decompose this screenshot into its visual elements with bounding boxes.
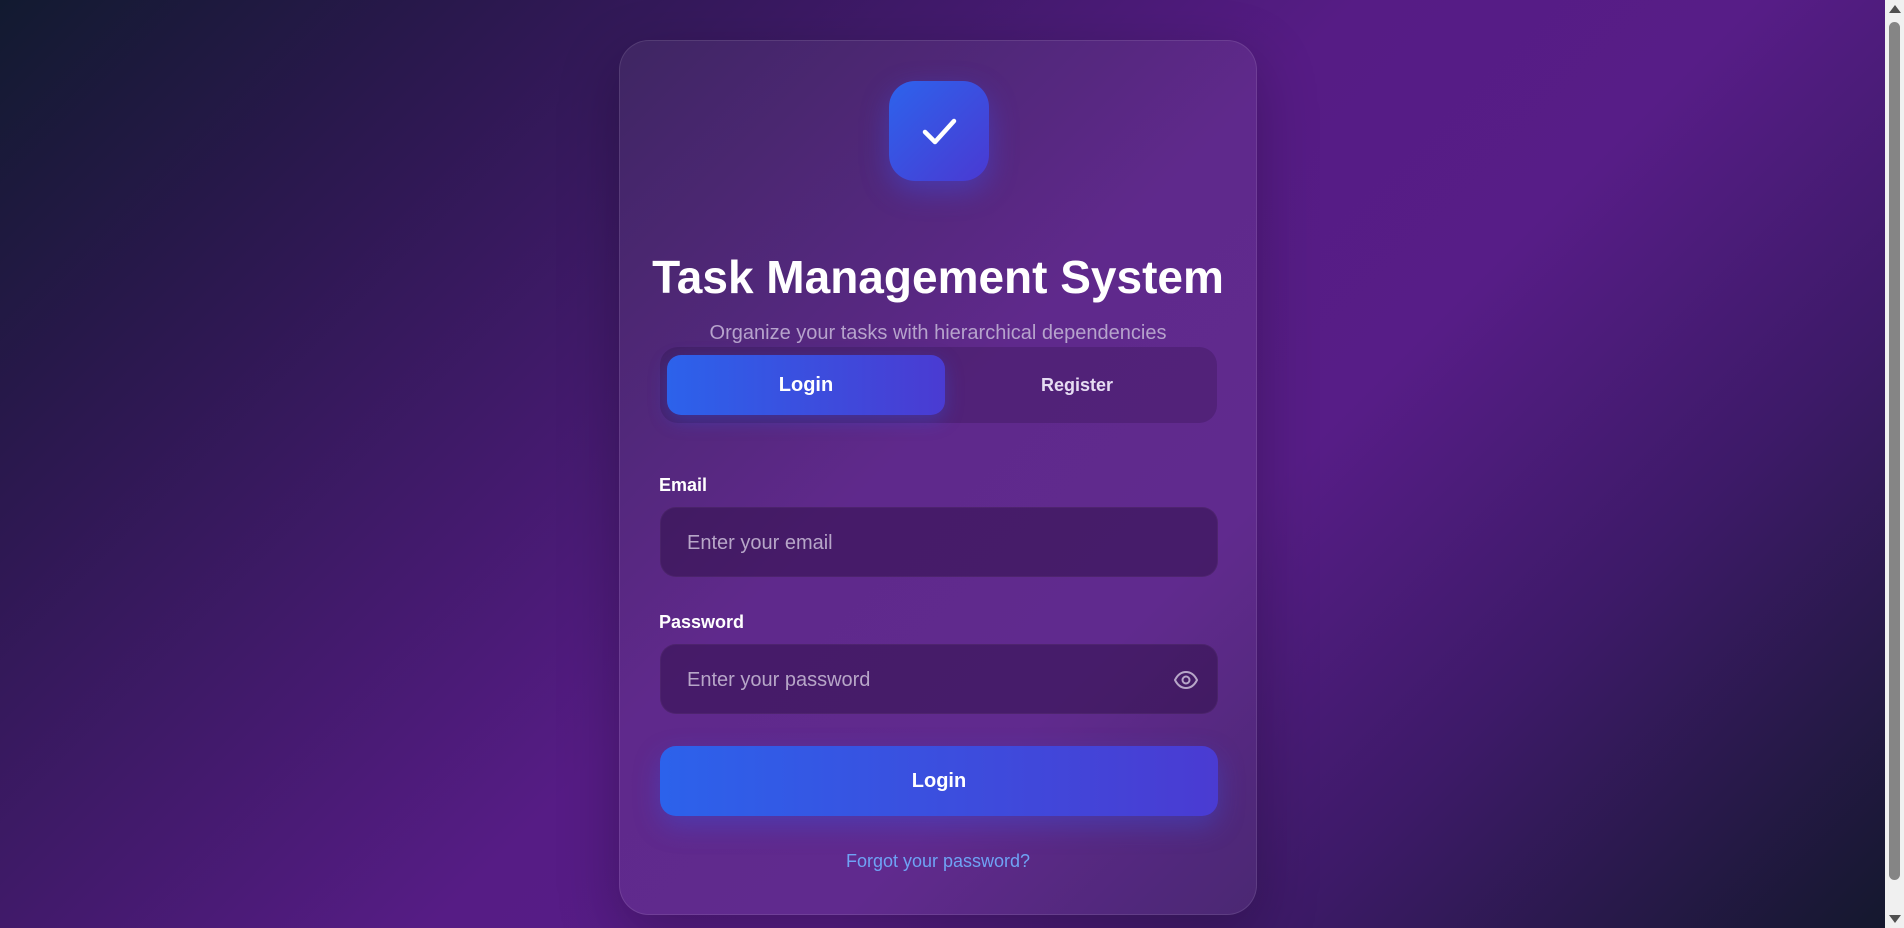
login-page: Task Management System Organize your tas… [0, 0, 1885, 928]
page-title: Task Management System [652, 251, 1224, 303]
email-field-wrapper [660, 507, 1218, 578]
auth-tabs: Login Register [660, 347, 1217, 423]
login-button[interactable]: Login [660, 746, 1218, 816]
check-icon [922, 118, 957, 145]
page-subtitle: Organize your tasks with hierarchical de… [709, 322, 1167, 344]
app-logo [889, 81, 989, 181]
password-label: Password [659, 612, 745, 632]
password-field-wrapper [660, 644, 1218, 715]
tab-login[interactable]: Login [667, 355, 945, 415]
login-card: Task Management System Organize your tas… [619, 40, 1257, 915]
email-field[interactable] [685, 508, 1169, 578]
vertical-scrollbar[interactable] [1885, 0, 1904, 928]
scroll-up-arrow-icon[interactable] [1889, 5, 1901, 13]
eye-icon[interactable] [1173, 667, 1199, 693]
email-label: Email [659, 475, 708, 495]
scrollbar-thumb[interactable] [1889, 22, 1900, 880]
scroll-down-arrow-icon[interactable] [1889, 915, 1901, 923]
tab-register[interactable]: Register [938, 355, 1216, 415]
forgot-password-link[interactable]: Forgot your password? [620, 851, 1256, 872]
password-field[interactable] [685, 645, 1169, 715]
